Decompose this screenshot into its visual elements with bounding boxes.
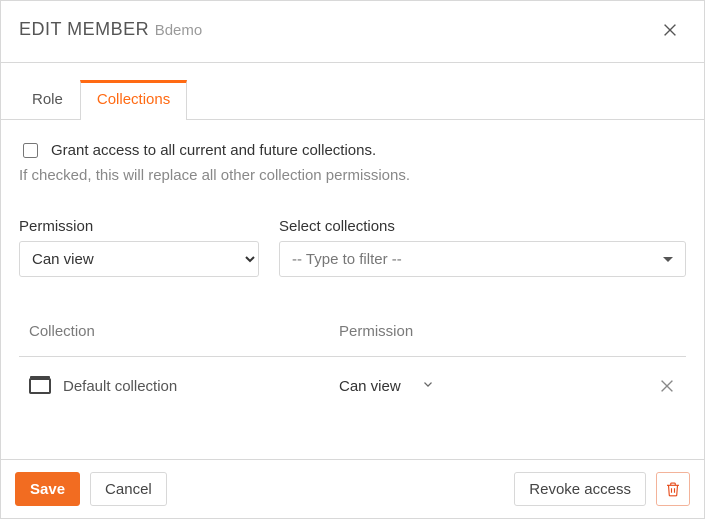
select-collections-placeholder: -- Type to filter -- — [292, 251, 402, 268]
tab-collections[interactable]: Collections — [80, 80, 187, 120]
row-permission-value: Can view — [339, 378, 401, 395]
grant-all-hint: If checked, this will replace all other … — [19, 167, 686, 184]
select-collections-field: Select collections -- Type to filter -- — [279, 218, 686, 277]
remove-row-icon[interactable] — [658, 377, 676, 395]
permission-field: Permission Can view — [19, 218, 259, 277]
save-button[interactable]: Save — [15, 472, 80, 506]
permission-select[interactable]: Can view — [19, 241, 259, 277]
permission-label: Permission — [19, 218, 259, 235]
grant-all-checkbox[interactable] — [23, 143, 38, 158]
grant-all-label: Grant access to all current and future c… — [51, 142, 376, 159]
selector-row: Permission Can view Select collections -… — [19, 218, 686, 277]
th-collection: Collection — [29, 323, 339, 340]
chevron-down-icon — [421, 377, 435, 395]
edit-member-dialog: EDIT MEMBER Bdemo Role Collections Grant… — [0, 0, 705, 519]
dialog-header: EDIT MEMBER Bdemo — [1, 1, 704, 63]
th-permission: Permission — [339, 323, 676, 340]
grant-all-row[interactable]: Grant access to all current and future c… — [19, 140, 686, 161]
cancel-button[interactable]: Cancel — [90, 472, 167, 506]
dialog-body: Grant access to all current and future c… — [1, 120, 704, 459]
select-collections-combo[interactable]: -- Type to filter -- — [279, 241, 686, 277]
table-header: Collection Permission — [19, 317, 686, 357]
collection-icon — [29, 378, 51, 394]
tab-bar: Role Collections — [1, 79, 704, 120]
dialog-title: EDIT MEMBER Bdemo — [19, 19, 202, 40]
collections-table: Collection Permission Default collection… — [19, 317, 686, 399]
chevron-down-icon — [663, 257, 673, 262]
row-collection-name: Default collection — [63, 378, 177, 395]
tab-role[interactable]: Role — [15, 80, 80, 120]
close-icon[interactable] — [660, 20, 680, 40]
title-prefix: EDIT MEMBER — [19, 19, 149, 39]
table-row: Default collection Can view — [19, 357, 686, 399]
revoke-access-button[interactable]: Revoke access — [514, 472, 646, 506]
row-permission-cell[interactable]: Can view — [339, 377, 469, 395]
dialog-footer: Save Cancel Revoke access — [1, 459, 704, 518]
row-collection-cell: Default collection — [29, 378, 339, 395]
delete-button[interactable] — [656, 472, 690, 506]
row-actions — [469, 377, 676, 395]
title-suffix: Bdemo — [155, 22, 203, 39]
select-collections-label: Select collections — [279, 218, 686, 235]
